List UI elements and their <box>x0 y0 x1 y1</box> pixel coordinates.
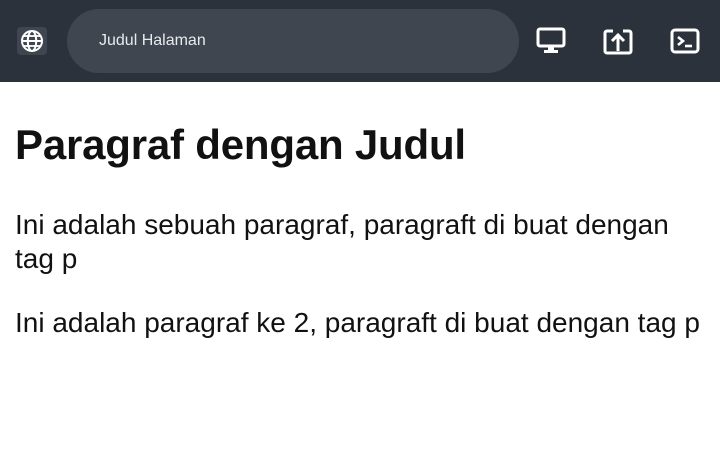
paragraph: Ini adalah paragraf ke 2, paragraft di b… <box>15 307 700 338</box>
desktop-icon[interactable] <box>535 25 567 57</box>
browser-toolbar: Judul Halaman <box>0 0 720 82</box>
page-content: Paragraf dengan Judul Ini adalah sebuah … <box>15 82 715 340</box>
paragraph: Ini adalah sebuah paragraf, paragraft di… <box>15 209 669 274</box>
page-title-field: Judul Halaman <box>99 32 206 49</box>
address-bar[interactable]: Judul Halaman <box>67 9 519 73</box>
open-in-new-icon[interactable] <box>602 25 634 57</box>
page-heading: Paragraf dengan Judul <box>15 121 466 168</box>
terminal-icon[interactable] <box>669 25 701 57</box>
globe-icon[interactable] <box>17 27 47 55</box>
